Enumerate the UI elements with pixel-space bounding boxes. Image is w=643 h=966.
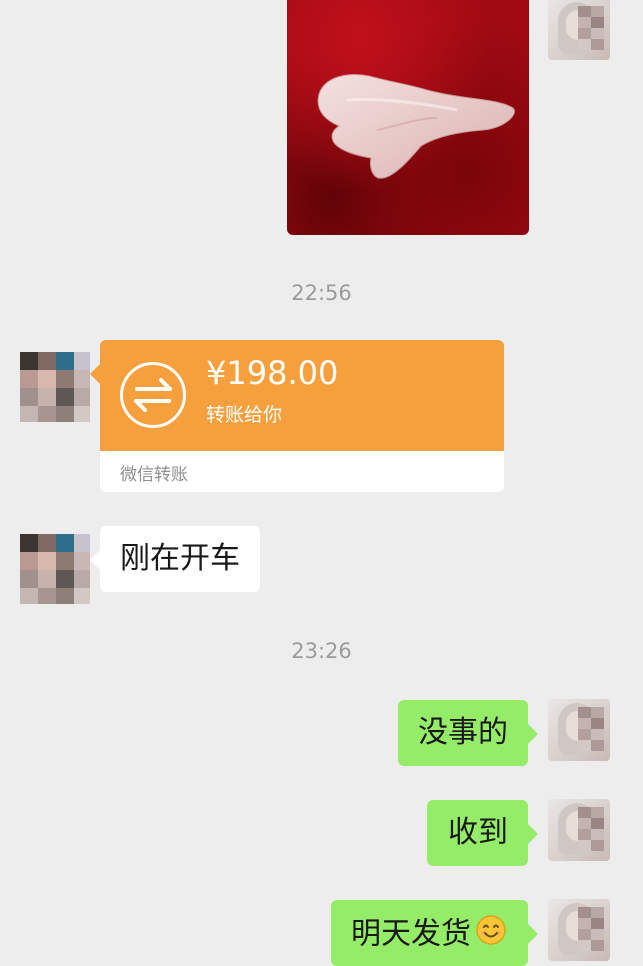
message-text: 刚在开车 xyxy=(120,541,240,576)
contact-avatar[interactable] xyxy=(20,352,90,422)
message-text: 收到 xyxy=(448,815,508,850)
gua-sha-stone-photo xyxy=(317,74,515,179)
transfer-arrows-icon xyxy=(120,362,186,428)
my-avatar[interactable] xyxy=(548,799,610,861)
transfer-card-header: ¥198.00 转账给你 xyxy=(90,340,504,451)
transfer-card-footer: 微信转账 xyxy=(100,451,504,492)
my-avatar[interactable] xyxy=(548,899,610,961)
smile-emoji-icon xyxy=(475,914,507,952)
outgoing-message[interactable]: 没事的 xyxy=(398,700,538,766)
transfer-label: 转账给你 xyxy=(206,404,283,426)
transfer-source: 微信转账 xyxy=(120,465,188,485)
message-text: 明天发货 xyxy=(351,916,471,952)
timestamp: 22:56 xyxy=(291,281,352,305)
contact-avatar[interactable] xyxy=(20,534,90,604)
transfer-amount: ¥198.00 xyxy=(206,354,339,392)
timestamp: 23:26 xyxy=(291,639,352,663)
image-message[interactable] xyxy=(287,0,529,235)
my-avatar[interactable] xyxy=(548,0,610,60)
outgoing-message[interactable]: 明天发货 xyxy=(331,900,538,966)
incoming-message[interactable]: 刚在开车 xyxy=(90,526,260,592)
transfer-card[interactable]: ¥198.00 转账给你 微信转账 xyxy=(90,340,504,492)
outgoing-message[interactable]: 收到 xyxy=(427,800,538,866)
message-text: 没事的 xyxy=(418,715,508,750)
my-avatar[interactable] xyxy=(548,699,610,761)
